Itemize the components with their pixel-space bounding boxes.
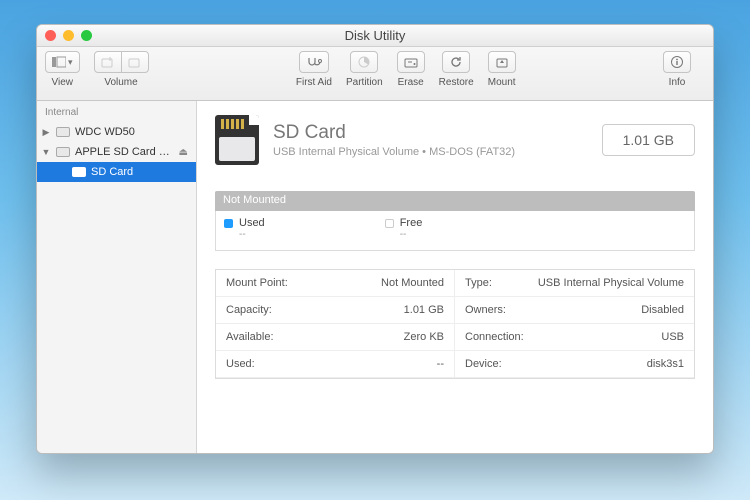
window-controls xyxy=(45,30,92,41)
eject-icon[interactable]: ⏏ xyxy=(179,147,188,158)
content-body: Internal ▶ WDC WD50 ▼ APPLE SD Card R...… xyxy=(37,101,713,453)
mount-button[interactable] xyxy=(488,51,516,73)
sidebar-item-apple-sd-reader[interactable]: ▼ APPLE SD Card R... ⏏ xyxy=(37,142,196,162)
volume-add-button[interactable] xyxy=(94,51,122,73)
detail-device: Device:disk3s1 xyxy=(455,351,694,378)
volume-title-block: SD Card USB Internal Physical Volume • M… xyxy=(273,122,515,158)
view-button[interactable]: ▾ xyxy=(45,51,80,73)
disclosure-triangle-icon[interactable]: ▼ xyxy=(41,147,51,157)
close-button[interactable] xyxy=(45,30,56,41)
free-swatch: Free -- xyxy=(385,217,423,240)
toolbar-erase-group: Erase xyxy=(397,51,425,88)
toolbar-restore-label: Restore xyxy=(439,77,474,88)
capacity-badge: 1.01 GB xyxy=(602,124,695,156)
toolbar-view-group: ▾ View xyxy=(45,51,80,88)
toolbar-partition-group: Partition xyxy=(346,51,383,88)
sidebar-item-wdc[interactable]: ▶ WDC WD50 xyxy=(37,122,196,142)
restore-icon xyxy=(449,55,463,69)
zoom-button[interactable] xyxy=(81,30,92,41)
volume-name: SD Card xyxy=(273,122,515,144)
detail-used: Used:-- xyxy=(216,351,455,378)
toolbar-mount-label: Mount xyxy=(488,77,516,88)
used-value: -- xyxy=(239,229,265,240)
toolbar-volume-label: Volume xyxy=(104,77,137,88)
partition-button[interactable] xyxy=(350,51,378,73)
used-swatch: Used -- xyxy=(224,217,265,240)
details-table: Mount Point:Not Mounted Type:USB Interna… xyxy=(215,269,695,379)
volume-header: SD Card USB Internal Physical Volume • M… xyxy=(215,115,695,165)
sidebar-item-label: APPLE SD Card R... xyxy=(75,146,175,158)
used-label: Used xyxy=(239,217,265,229)
toolbar-partition-label: Partition xyxy=(346,77,383,88)
minimize-button[interactable] xyxy=(63,30,74,41)
mount-status-bar: Not Mounted xyxy=(215,191,695,211)
stethoscope-icon xyxy=(306,56,322,68)
disk-utility-window: Disk Utility ▾ View Volume xyxy=(36,24,714,454)
first-aid-button[interactable] xyxy=(299,51,329,73)
volume-subtitle: USB Internal Physical Volume • MS-DOS (F… xyxy=(273,146,515,158)
toolbar-firstaid-group: First Aid xyxy=(296,51,332,88)
toolbar-firstaid-label: First Aid xyxy=(296,77,332,88)
sd-card-icon xyxy=(215,115,259,165)
detail-owners: Owners:Disabled xyxy=(455,297,694,324)
disclosure-triangle-icon[interactable]: ▶ xyxy=(41,127,51,138)
detail-mount-point: Mount Point:Not Mounted xyxy=(216,270,455,297)
used-color-icon xyxy=(224,219,233,228)
sidebar-item-label: SD Card xyxy=(91,166,133,178)
hard-drive-icon xyxy=(55,145,71,159)
usage-legend: Used -- Free -- xyxy=(215,211,695,251)
volume-remove-icon xyxy=(128,56,142,68)
pie-icon xyxy=(357,55,371,69)
free-color-icon xyxy=(385,219,394,228)
toolbar-erase-label: Erase xyxy=(398,77,424,88)
mount-icon xyxy=(495,56,509,68)
toolbar-mount-group: Mount xyxy=(488,51,516,88)
toolbar: ▾ View Volume First Aid xyxy=(37,47,713,101)
toolbar-info-label: Info xyxy=(669,77,686,88)
hard-drive-icon xyxy=(55,125,71,139)
sidebar-section-internal: Internal xyxy=(37,101,196,122)
toolbar-info-group: Info xyxy=(663,51,691,88)
toolbar-restore-group: Restore xyxy=(439,51,474,88)
main-panel: SD Card USB Internal Physical Volume • M… xyxy=(197,101,713,453)
titlebar[interactable]: Disk Utility xyxy=(37,25,713,47)
detail-available: Available:Zero KB xyxy=(216,324,455,351)
erase-icon xyxy=(404,56,418,68)
detail-type: Type:USB Internal Physical Volume xyxy=(455,270,694,297)
toolbar-view-label: View xyxy=(52,77,74,88)
volume-add-icon xyxy=(101,56,115,68)
sidebar-item-sd-card[interactable]: SD Card xyxy=(37,162,196,182)
detail-connection: Connection:USB xyxy=(455,324,694,351)
info-button[interactable] xyxy=(663,51,691,73)
window-title: Disk Utility xyxy=(345,28,406,43)
sidebar-item-label: WDC WD50 xyxy=(75,126,135,138)
info-icon xyxy=(670,55,684,69)
free-value: -- xyxy=(400,229,423,240)
toolbar-volume-group: Volume xyxy=(94,51,149,88)
free-label: Free xyxy=(400,217,423,229)
detail-capacity: Capacity:1.01 GB xyxy=(216,297,455,324)
sidebar: Internal ▶ WDC WD50 ▼ APPLE SD Card R...… xyxy=(37,101,197,453)
restore-button[interactable] xyxy=(442,51,470,73)
hard-drive-icon xyxy=(71,165,87,179)
volume-remove-button[interactable] xyxy=(121,51,149,73)
chevron-down-icon: ▾ xyxy=(68,57,73,68)
erase-button[interactable] xyxy=(397,51,425,73)
